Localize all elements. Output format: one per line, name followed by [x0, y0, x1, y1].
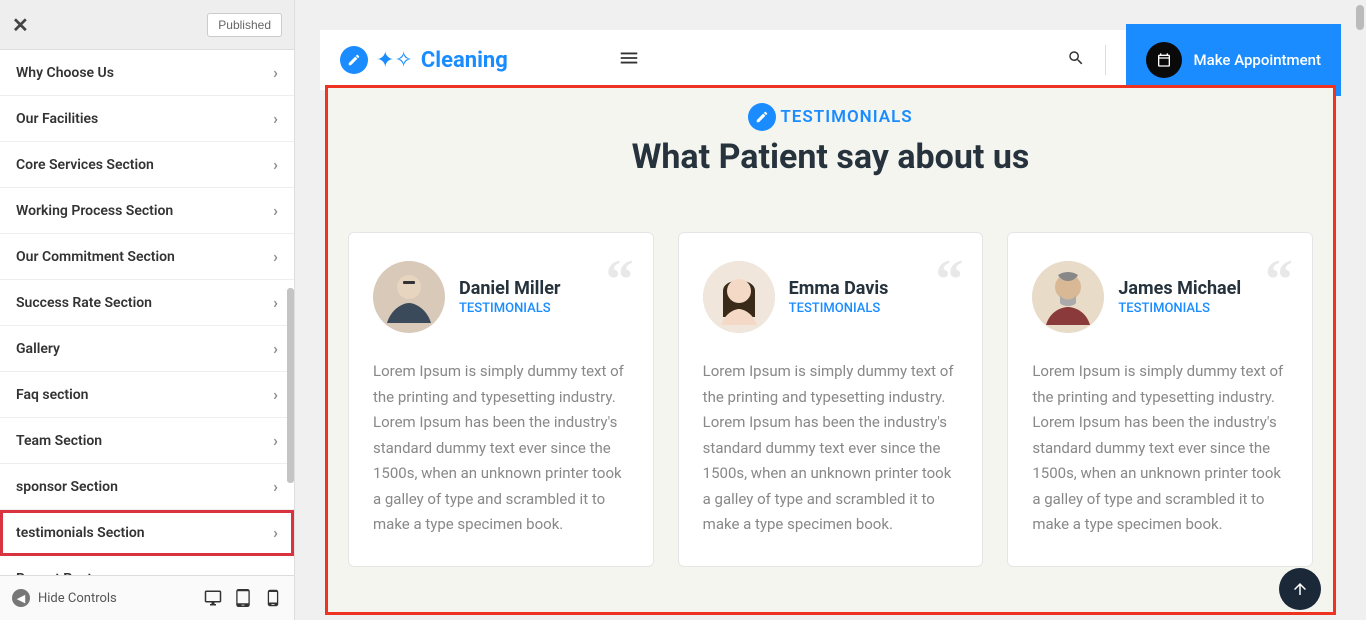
section-item-team[interactable]: Team Section ›	[0, 418, 294, 464]
site-header: ✦✧ Cleaning Make Appointment	[320, 30, 1341, 90]
testimonial-card: Emma Davis TESTIMONIALS “ Lorem Ipsum is…	[678, 232, 984, 567]
person-name: Emma Davis	[789, 278, 959, 299]
chevron-right-icon: ›	[273, 201, 278, 220]
subtitle-text: TESTIMONIALS	[780, 107, 912, 127]
person-name: James Michael	[1118, 278, 1288, 299]
chevron-right-icon: ›	[273, 385, 278, 404]
quote-icon: “	[1265, 266, 1293, 294]
chevron-right-icon: ›	[273, 63, 278, 82]
testimonial-card: Daniel Miller TESTIMONIALS “ Lorem Ipsum…	[348, 232, 654, 567]
testimonials-section[interactable]: TESTIMONIALS What Patient say about us D…	[325, 85, 1336, 615]
section-item-recent-post[interactable]: Recent Post ›	[0, 556, 294, 575]
section-list: Why Choose Us › Our Facilities › Core Serv…	[0, 50, 294, 575]
section-item-testimonials[interactable]: testimonials Section ›	[0, 510, 294, 556]
preview-scrollbar-thumb[interactable]	[1356, 5, 1364, 30]
testimonial-text: Lorem Ipsum is simply dummy text of the …	[703, 359, 959, 538]
section-label: Faq section	[16, 387, 89, 403]
customizer-panel: ✕ Published Why Choose Us › Our Facilitie…	[0, 0, 295, 620]
chevron-right-icon: ›	[273, 339, 278, 358]
section-item-core-services[interactable]: Core Services Section ›	[0, 142, 294, 188]
quote-icon: “	[935, 266, 963, 294]
person-subtitle: TESTIMONIALS	[1118, 301, 1288, 316]
section-label: Our Commitment Section	[16, 249, 175, 265]
published-button[interactable]: Published	[207, 13, 282, 37]
section-title: What Patient say about us	[348, 137, 1313, 177]
testimonial-text: Lorem Ipsum is simply dummy text of the …	[1032, 359, 1288, 538]
section-item-why-choose-us[interactable]: Why Choose Us ›	[0, 50, 294, 96]
testimonial-card: James Michael TESTIMONIALS “ Lorem Ipsum…	[1007, 232, 1313, 567]
collapse-icon: ◀	[12, 589, 30, 607]
section-item-our-commitment[interactable]: Our Commitment Section ›	[0, 234, 294, 280]
section-subtitle: TESTIMONIALS	[348, 103, 1313, 131]
person-info: Emma Davis TESTIMONIALS	[789, 278, 959, 316]
site-logo[interactable]: ✦✧ Cleaning	[376, 48, 508, 73]
search-icon[interactable]	[1067, 49, 1085, 71]
sparkle-icon: ✦✧	[376, 48, 413, 73]
card-head: Daniel Miller TESTIMONIALS “	[373, 261, 629, 333]
calendar-icon	[1146, 42, 1182, 78]
hide-controls-button[interactable]: ◀ Hide Controls	[12, 589, 192, 607]
section-item-gallery[interactable]: Gallery ›	[0, 326, 294, 372]
chevron-right-icon: ›	[273, 477, 278, 496]
section-label: Gallery	[16, 341, 60, 357]
section-item-sponsor[interactable]: sponsor Section ›	[0, 464, 294, 510]
section-item-our-facilities[interactable]: Our Facilities ›	[0, 96, 294, 142]
tablet-icon[interactable]	[234, 589, 252, 607]
person-name: Daniel Miller	[459, 278, 629, 299]
section-item-success-rate[interactable]: Success Rate Section ›	[0, 280, 294, 326]
desktop-icon[interactable]	[204, 589, 222, 607]
scrollbar-thumb[interactable]	[287, 288, 294, 483]
edit-shortcut-icon[interactable]	[340, 46, 368, 74]
chevron-right-icon: ›	[273, 293, 278, 312]
section-item-faq[interactable]: Faq section ›	[0, 372, 294, 418]
chevron-right-icon: ›	[273, 247, 278, 266]
person-subtitle: TESTIMONIALS	[789, 301, 959, 316]
section-label: Working Process Section	[16, 203, 173, 219]
person-info: Daniel Miller TESTIMONIALS	[459, 278, 629, 316]
section-label: testimonials Section	[16, 525, 145, 541]
testimonial-text: Lorem Ipsum is simply dummy text of the …	[373, 359, 629, 538]
chevron-right-icon: ›	[273, 569, 278, 575]
card-head: James Michael TESTIMONIALS “	[1032, 261, 1288, 333]
section-item-working-process[interactable]: Working Process Section ›	[0, 188, 294, 234]
avatar	[703, 261, 775, 333]
section-label: Why Choose Us	[16, 65, 114, 81]
mobile-icon[interactable]	[264, 589, 282, 607]
section-label: Team Section	[16, 433, 102, 449]
panel-header: ✕ Published	[0, 0, 294, 50]
section-label: Recent Post	[16, 571, 92, 576]
chevron-right-icon: ›	[273, 431, 278, 450]
avatar	[373, 261, 445, 333]
divider	[1105, 45, 1106, 75]
hide-controls-label: Hide Controls	[38, 591, 117, 606]
panel-footer: ◀ Hide Controls	[0, 575, 294, 620]
avatar	[1032, 261, 1104, 333]
brand-text: Cleaning	[421, 48, 508, 73]
hamburger-menu-icon[interactable]	[618, 47, 640, 73]
section-label: Our Facilities	[16, 111, 98, 127]
section-label: Success Rate Section	[16, 295, 152, 311]
close-icon[interactable]: ✕	[12, 13, 29, 37]
chevron-right-icon: ›	[273, 523, 278, 542]
person-info: James Michael TESTIMONIALS	[1118, 278, 1288, 316]
appointment-label: Make Appointment	[1194, 51, 1321, 69]
testimonial-cards: Daniel Miller TESTIMONIALS “ Lorem Ipsum…	[348, 232, 1313, 567]
preview-area: ✦✧ Cleaning Make Appointment TESTIMON	[295, 0, 1366, 620]
chevron-right-icon: ›	[273, 155, 278, 174]
edit-shortcut-icon[interactable]	[748, 103, 776, 131]
chevron-right-icon: ›	[273, 109, 278, 128]
scroll-to-top-button[interactable]	[1279, 568, 1321, 610]
card-head: Emma Davis TESTIMONIALS “	[703, 261, 959, 333]
section-label: Core Services Section	[16, 157, 154, 173]
quote-icon: “	[606, 266, 634, 294]
section-label: sponsor Section	[16, 479, 118, 495]
person-subtitle: TESTIMONIALS	[459, 301, 629, 316]
